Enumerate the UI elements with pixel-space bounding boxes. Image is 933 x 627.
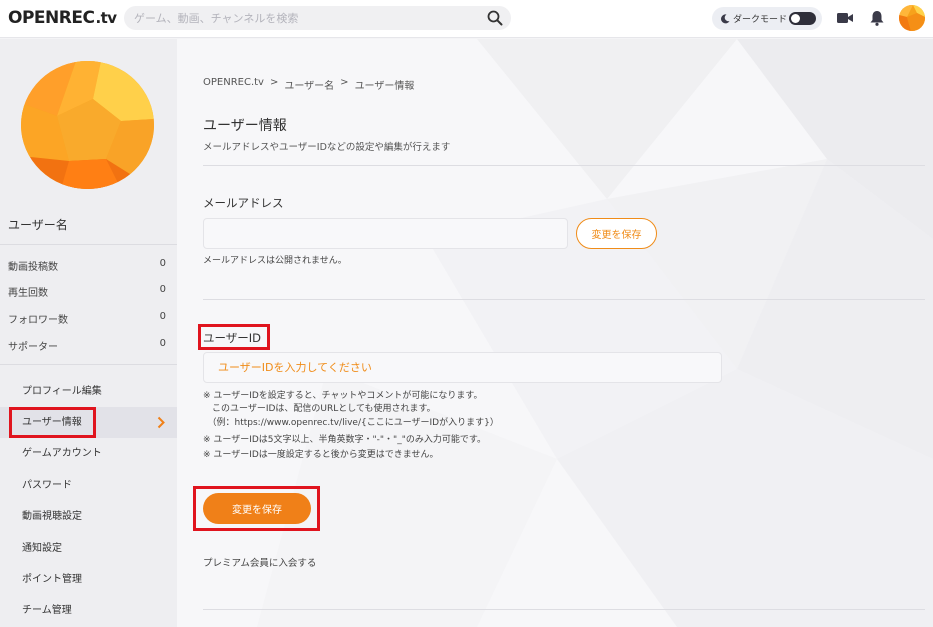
top-header: OPENREC.tv ダークモード: [0, 0, 933, 38]
page-description: メールアドレスやユーザーIDなどの設定や編集が行えます: [203, 142, 451, 153]
stat-follower-count: フォロワー数 0: [8, 311, 166, 327]
menu-label: ポイント管理: [22, 574, 82, 585]
sidebar-item-game-account[interactable]: ゲームアカウント: [0, 438, 177, 469]
highlight-box-user-info: [9, 407, 96, 438]
stat-supporter-count: サポーター 0: [8, 338, 166, 354]
email-field[interactable]: [203, 218, 568, 249]
sidebar-item-team-management[interactable]: チーム管理: [0, 595, 177, 626]
premium-signup-link[interactable]: プレミアム会員に入会する: [203, 555, 316, 569]
dark-mode-label: ダークモード: [733, 15, 788, 25]
stat-label: サポーター: [8, 342, 58, 353]
breadcrumb-user[interactable]: ユーザー名: [284, 77, 334, 92]
menu-label: プロフィール編集: [22, 386, 102, 397]
sidebar-item-password[interactable]: パスワード: [0, 470, 177, 501]
background-pattern: [257, 39, 933, 627]
breadcrumb-current: ユーザー情報: [354, 81, 415, 92]
sidebar-divider: [0, 244, 177, 245]
stat-label: フォロワー数: [8, 315, 68, 326]
sidebar-divider: [0, 364, 177, 365]
section-divider: [203, 299, 925, 300]
highlight-box-save-button: [193, 486, 320, 531]
stat-label: 動画投稿数: [8, 262, 58, 273]
stat-play-count: 再生回数 0: [8, 284, 166, 300]
page-title: ユーザー情報: [203, 118, 287, 134]
stat-label: 再生回数: [8, 288, 48, 299]
breadcrumb-home[interactable]: OPENREC.tv: [203, 77, 264, 92]
profile-avatar: [21, 61, 154, 189]
sidebar-item-video-settings[interactable]: 動画視聴設定: [0, 501, 177, 532]
user-avatar-icon[interactable]: [899, 5, 925, 31]
user-id-note-4: ※ ユーザーIDは5文字以上、半角英数字・"-"・"_"のみ入力可能です。: [203, 435, 486, 445]
profile-username: ユーザー名: [8, 218, 68, 232]
dark-mode-switch[interactable]: [789, 12, 816, 25]
video-camera-icon[interactable]: [836, 9, 854, 27]
sidebar-item-notification-settings[interactable]: 通知設定: [0, 533, 177, 564]
search-input[interactable]: [134, 6, 484, 30]
dark-mode-toggle[interactable]: ダークモード: [712, 7, 822, 30]
email-label: メールアドレス: [203, 196, 284, 210]
email-note: メールアドレスは公開されません。: [203, 256, 347, 266]
sidebar: ユーザー名 動画投稿数 0 再生回数 0 フォロワー数 0 サポーター 0 プロ…: [0, 39, 177, 627]
user-id-note-2: このユーザーIDは、配信のURLとしても使用されます。: [203, 404, 436, 414]
section-divider: [203, 165, 925, 166]
menu-label: 通知設定: [22, 543, 62, 554]
stat-value: 0: [159, 311, 166, 322]
user-id-input[interactable]: [203, 352, 722, 383]
chevron-right-icon: [157, 416, 165, 429]
breadcrumb-separator: >: [269, 77, 279, 88]
main-content: OPENREC.tv > ユーザー名 > ユーザー情報 ユーザー情報 メールアド…: [177, 39, 933, 627]
user-id-note-1: ※ ユーザーIDを設定すると、チャットやコメントが可能になります。: [203, 391, 483, 401]
logo-suffix: .tv: [95, 9, 117, 27]
stat-value: 0: [159, 338, 166, 349]
menu-label: パスワード: [22, 480, 72, 491]
logo-main: OPENREC: [8, 8, 95, 28]
switch-knob: [791, 14, 800, 23]
stat-value: 0: [159, 258, 166, 269]
user-id-note-3: （例：https://www.openrec.tv/live/{ここにユーザーI…: [203, 418, 499, 428]
email-save-button[interactable]: 変更を保存: [576, 218, 657, 249]
moon-icon: [721, 13, 730, 23]
stat-video-count: 動画投稿数 0: [8, 258, 166, 274]
openrec-logo[interactable]: OPENREC .tv: [8, 8, 117, 28]
breadcrumb-separator: >: [340, 77, 349, 88]
sidebar-item-point-management[interactable]: ポイント管理: [0, 564, 177, 595]
search-bar[interactable]: [124, 6, 511, 30]
menu-label: 動画視聴設定: [22, 511, 82, 522]
section-divider: [203, 609, 925, 610]
bell-icon[interactable]: [868, 9, 886, 27]
highlight-box-user-id-label: [198, 324, 270, 350]
stat-value: 0: [159, 284, 166, 295]
menu-label: チーム管理: [22, 605, 72, 616]
search-icon[interactable]: [487, 10, 503, 26]
sidebar-item-profile-edit[interactable]: プロフィール編集: [0, 376, 177, 407]
breadcrumb: OPENREC.tv > ユーザー名 > ユーザー情報: [203, 77, 414, 92]
menu-label: ゲームアカウント: [22, 448, 102, 459]
user-id-note-5: ※ ユーザーIDは一度設定すると後から変更はできません。: [203, 450, 439, 460]
